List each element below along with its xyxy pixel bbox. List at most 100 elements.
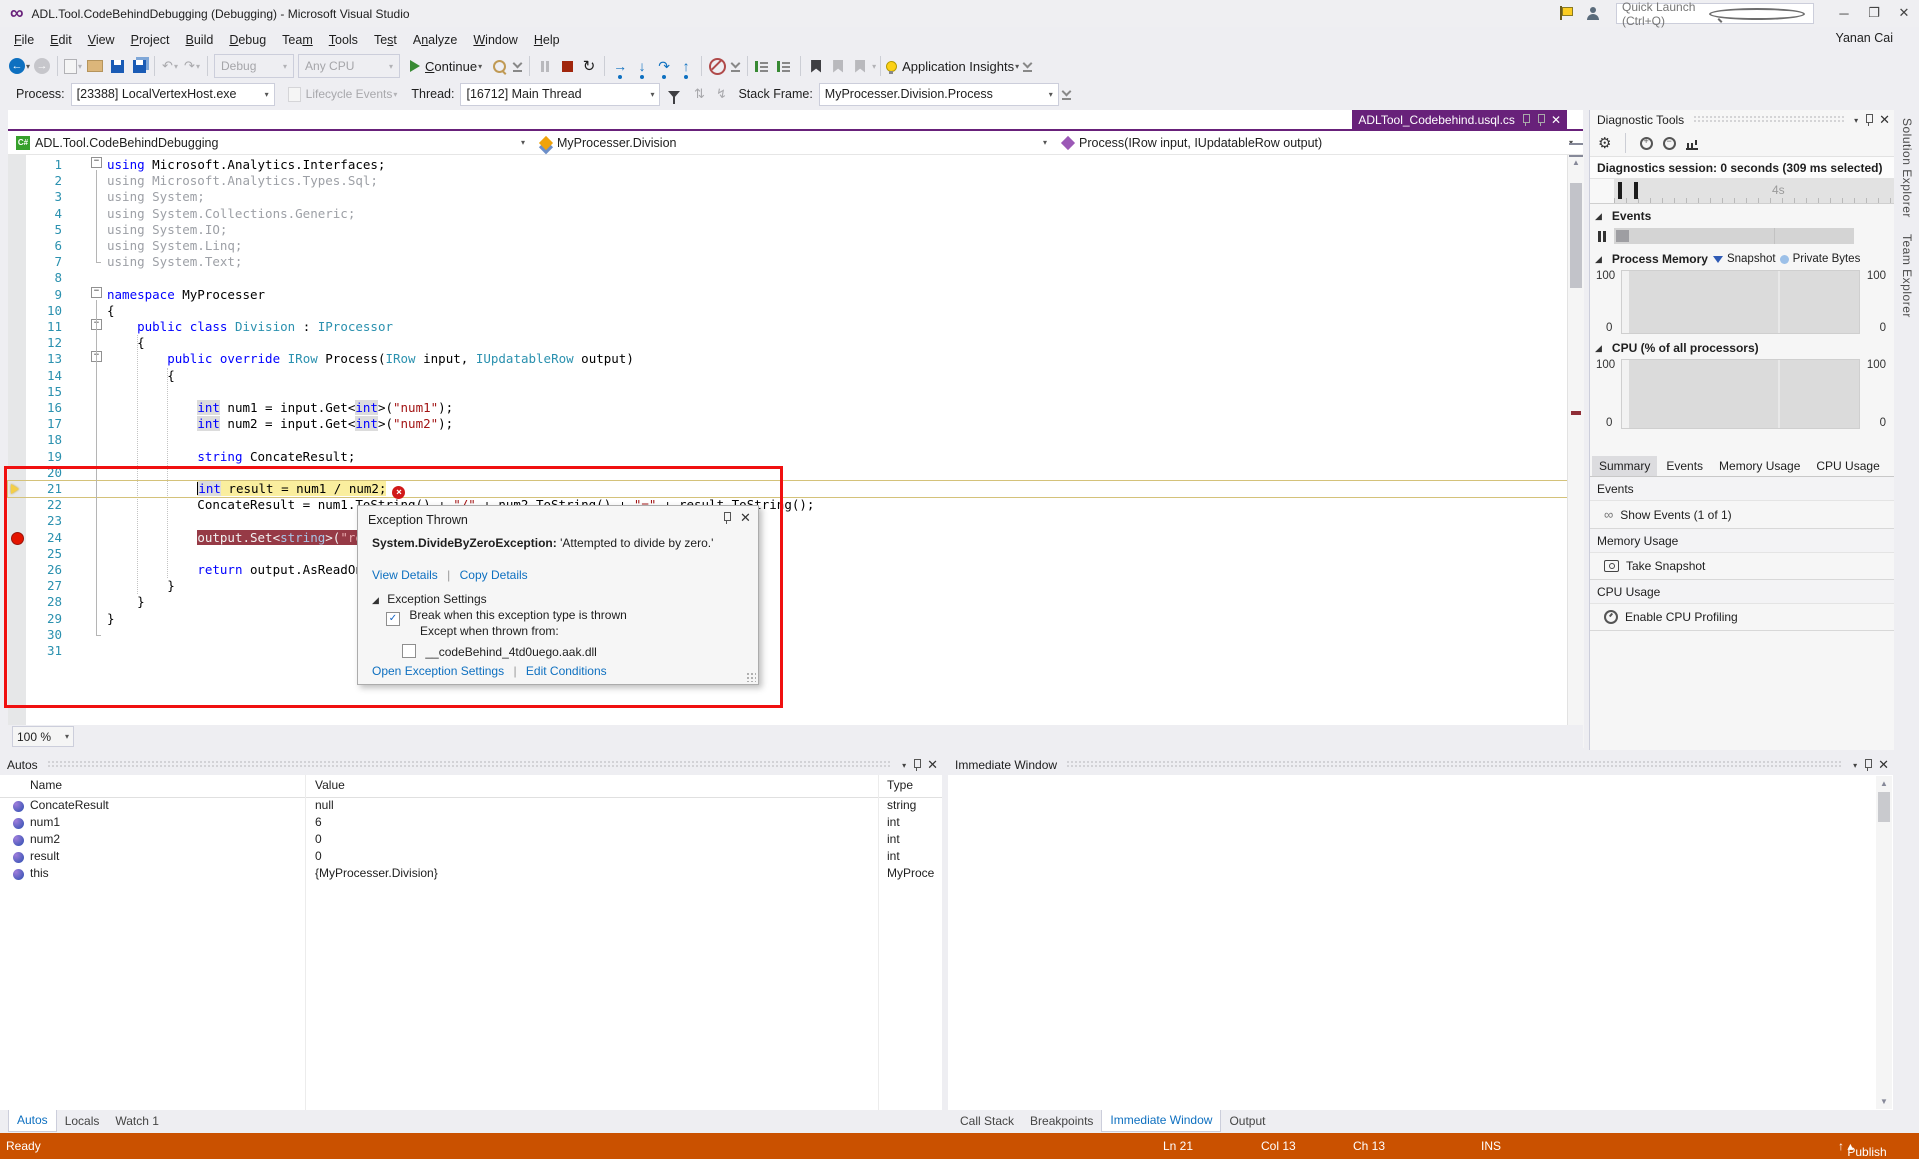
- bottom-tab-autos[interactable]: Autos: [8, 1110, 57, 1132]
- step-over-button[interactable]: ↷: [654, 55, 674, 77]
- publish-button[interactable]: ↑ Publish ▴: [1838, 1139, 1853, 1153]
- scrollbar-thumb[interactable]: [1570, 183, 1582, 288]
- code-line-8[interactable]: 8: [8, 270, 1567, 286]
- code-line-6[interactable]: 6using System.Linq;: [8, 238, 1567, 254]
- nav-member-dropdown[interactable]: Process(IRow input, IUpdatableRow output…: [1053, 131, 1583, 154]
- code-line-25[interactable]: 25: [8, 546, 1567, 562]
- editor-vertical-scrollbar[interactable]: ▲ ▼: [1567, 155, 1584, 748]
- close-button[interactable]: ✕: [1889, 2, 1919, 24]
- bookmark-button[interactable]: [806, 55, 826, 77]
- menu-debug[interactable]: Debug: [221, 29, 274, 51]
- enable-cpu-profiling-link[interactable]: Enable CPU Profiling: [1590, 604, 1894, 630]
- bottom-tab-call-stack[interactable]: Call Stack: [952, 1110, 1022, 1132]
- pin-icon[interactable]: [1536, 114, 1545, 126]
- notifications-flag-icon[interactable]: [1558, 6, 1572, 20]
- col-name[interactable]: Name: [30, 778, 62, 792]
- menu-edit[interactable]: Edit: [42, 29, 80, 51]
- parameter-info-button[interactable]: [775, 55, 795, 77]
- bottom-tab-output[interactable]: Output: [1221, 1110, 1273, 1132]
- feedback-icon[interactable]: [1586, 6, 1600, 20]
- restart-button[interactable]: ↻: [579, 55, 599, 77]
- code-line-1[interactable]: 1−using Microsoft.Analytics.Interfaces;: [8, 157, 1567, 173]
- split-handle[interactable]: [1569, 143, 1583, 157]
- select-tools-icon[interactable]: [1686, 137, 1698, 150]
- panel-menu-icon[interactable]: ▾: [1854, 116, 1858, 125]
- autos-menu-icon[interactable]: ▾: [902, 761, 906, 770]
- popup-resize-grip[interactable]: [746, 672, 756, 682]
- fold-toggle-icon[interactable]: −: [91, 287, 102, 298]
- application-insights-button[interactable]: Application Insights▾: [886, 55, 1019, 77]
- autos-column-headers[interactable]: Name Value Type: [0, 775, 942, 798]
- popup-close-icon[interactable]: ✕: [740, 510, 751, 526]
- code-line-2[interactable]: 2using Microsoft.Analytics.Types.Sql;: [8, 173, 1567, 189]
- solution-platform-select[interactable]: Any CPU▾: [298, 54, 400, 78]
- redo-button[interactable]: ↷▾: [182, 55, 202, 77]
- diag-tab-events[interactable]: Events: [1659, 456, 1710, 476]
- autos-row-num1[interactable]: num16int: [0, 815, 942, 832]
- code-line-29[interactable]: 29}: [8, 611, 1567, 627]
- minimize-button[interactable]: ─: [1829, 2, 1859, 24]
- col-type[interactable]: Type: [887, 778, 913, 792]
- collapsed-panel-team-explorer[interactable]: Team Explorer: [1900, 234, 1914, 318]
- code-line-14[interactable]: 14 {: [8, 368, 1567, 384]
- menu-build[interactable]: Build: [178, 29, 222, 51]
- autos-row-this[interactable]: this{MyProcesser.Division}MyProce: [0, 866, 942, 883]
- code-line-23[interactable]: 23: [8, 513, 1567, 529]
- code-line-30[interactable]: 30: [8, 627, 1567, 643]
- open-exception-settings-link[interactable]: Open Exception Settings: [372, 664, 504, 678]
- code-line-11[interactable]: 11− public class Division : IProcessor: [8, 319, 1567, 335]
- toolbar-overflow-icon[interactable]: [513, 60, 522, 72]
- settings-expander-icon[interactable]: ◢: [372, 595, 379, 605]
- code-line-7[interactable]: 7using System.Text;: [8, 254, 1567, 270]
- fold-toggle-icon[interactable]: −: [91, 157, 102, 168]
- code-line-21[interactable]: 21 int result = num1 / num2;×: [8, 481, 1567, 497]
- quick-launch-input[interactable]: Quick Launch (Ctrl+Q): [1616, 3, 1814, 24]
- menu-file[interactable]: File: [6, 29, 42, 51]
- new-item-button[interactable]: ▾: [63, 55, 83, 77]
- bottom-tab-watch-1[interactable]: Watch 1: [107, 1110, 167, 1132]
- pause-button[interactable]: [535, 55, 555, 77]
- zoom-out-icon[interactable]: [1663, 137, 1676, 150]
- zoom-select[interactable]: 100 %▾: [12, 726, 74, 747]
- code-line-26[interactable]: 26 return output.AsReadOnly();: [8, 562, 1567, 578]
- take-snapshot-link[interactable]: Take Snapshot: [1590, 553, 1894, 579]
- panel-close-icon[interactable]: ✕: [1879, 112, 1890, 128]
- autos-row-result[interactable]: result0int: [0, 849, 942, 866]
- code-line-31[interactable]: 31: [8, 643, 1567, 659]
- stack-frame-select[interactable]: MyProcesser.Division.Process▾: [819, 83, 1059, 106]
- copy-details-link[interactable]: Copy Details: [460, 568, 528, 582]
- maximize-button[interactable]: ❐: [1859, 2, 1889, 24]
- timeline-ruler[interactable]: 4s: [1590, 179, 1894, 204]
- autos-row-num2[interactable]: num20int: [0, 832, 942, 849]
- edit-conditions-link[interactable]: Edit Conditions: [526, 664, 607, 678]
- diag-tab-summary[interactable]: Summary: [1592, 456, 1657, 476]
- code-line-19[interactable]: 19 string ConcateResult;: [8, 449, 1567, 465]
- code-line-28[interactable]: 28 }: [8, 594, 1567, 610]
- thread-select[interactable]: [16712] Main Thread▾: [460, 83, 660, 106]
- immediate-scrollbar[interactable]: ▲ ▼: [1876, 776, 1892, 1109]
- tab-close-icon[interactable]: ✕: [1551, 113, 1561, 127]
- navigate-back-button[interactable]: ←▾: [9, 55, 30, 77]
- menu-analyze[interactable]: Analyze: [405, 29, 465, 51]
- scroll-up-icon[interactable]: ▲: [1876, 776, 1892, 791]
- list-members-button[interactable]: [753, 55, 773, 77]
- code-line-27[interactable]: 27 }: [8, 578, 1567, 594]
- autos-close-icon[interactable]: ✕: [927, 757, 938, 773]
- panel-pin-icon[interactable]: [1864, 114, 1873, 126]
- step-out-button[interactable]: ↑: [676, 55, 696, 77]
- collapsed-panel-solution-explorer[interactable]: Solution Explorer: [1900, 118, 1914, 218]
- document-tab[interactable]: ADLTool_Codebehind.usql.cs ✕: [1352, 110, 1567, 129]
- code-line-3[interactable]: 3using System;: [8, 189, 1567, 205]
- search-icon[interactable]: [1709, 8, 1805, 20]
- save-button[interactable]: [107, 55, 127, 77]
- code-line-15[interactable]: 15: [8, 384, 1567, 400]
- menu-team[interactable]: Team: [274, 29, 321, 51]
- code-line-12[interactable]: 12 {: [8, 335, 1567, 351]
- scroll-up-icon[interactable]: ▲: [1568, 155, 1584, 170]
- menu-window[interactable]: Window: [465, 29, 525, 51]
- code-line-13[interactable]: 13− public override IRow Process(IRow in…: [8, 351, 1567, 367]
- code-line-18[interactable]: 18: [8, 432, 1567, 448]
- show-next-statement-button[interactable]: →: [610, 55, 630, 77]
- autos-pin-icon[interactable]: [912, 759, 921, 771]
- pause-events-icon[interactable]: [1598, 231, 1606, 242]
